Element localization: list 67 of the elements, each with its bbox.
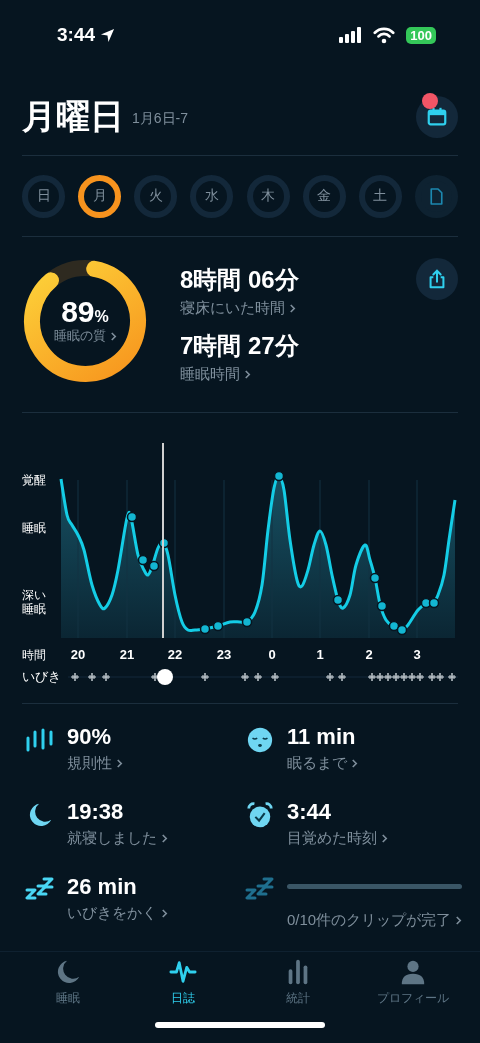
bars-icon <box>25 726 55 754</box>
location-arrow-icon <box>100 27 116 43</box>
hour-label: 22 <box>167 647 183 662</box>
battery-indicator: 100 <box>406 26 436 44</box>
day-button[interactable]: 月 <box>78 174 122 218</box>
hour-label: 20 <box>70 647 86 662</box>
day-title: 月曜日 <box>22 95 124 137</box>
stat-link[interactable]: 目覚めた時刻 <box>287 829 463 848</box>
axis-title: 時間 <box>22 648 46 662</box>
snore-row-title: いびき <box>22 669 61 684</box>
day-button[interactable]: 火 <box>134 174 178 218</box>
wifi-icon <box>373 26 396 44</box>
stat-link[interactable]: 0/10件のクリップが完了 <box>287 911 463 930</box>
quality-percent: 89% <box>61 297 109 327</box>
calendar-icon <box>426 105 448 128</box>
axis-label: 睡眠 <box>22 521 47 536</box>
calendar-button[interactable] <box>416 95 458 138</box>
report-button[interactable] <box>415 174 458 218</box>
chevron-icon <box>116 758 123 769</box>
stat-link[interactable]: いびきをかく <box>67 904 245 923</box>
chevron-icon <box>244 369 251 380</box>
day-button[interactable]: 水 <box>190 174 234 218</box>
stat-value: 3:44 <box>287 799 333 825</box>
stat-link[interactable]: 就寝しました <box>67 829 245 848</box>
status-time: 3:44 <box>57 24 96 46</box>
stat-link[interactable]: 規則性 <box>67 754 245 773</box>
chevron-icon <box>381 833 388 844</box>
hour-label: 2 <box>365 647 373 662</box>
duration-value: 8時間 06分 <box>180 265 299 295</box>
hour-label: 21 <box>119 647 135 662</box>
chevron-icon <box>351 758 358 769</box>
document-icon <box>429 186 444 206</box>
hour-label: 0 <box>268 647 276 662</box>
duration-link[interactable]: 睡眠時間 <box>180 365 299 384</box>
quality-link[interactable]: 睡眠の質 <box>53 327 117 345</box>
hour-label: 1 <box>316 647 324 662</box>
tab[interactable]: 日誌 <box>125 952 240 1022</box>
scrubber-handle[interactable] <box>157 669 173 685</box>
stat-link[interactable]: 眠るまで <box>287 754 463 773</box>
hour-label: 3 <box>413 647 421 662</box>
signal-icon <box>339 27 364 43</box>
axis-label: 覚醒 <box>22 473 47 488</box>
tab[interactable]: 睡眠 <box>10 952 125 1022</box>
chevron-icon <box>289 303 296 314</box>
wave-icon <box>168 958 197 986</box>
duration-value: 7時間 27分 <box>180 331 299 361</box>
tab[interactable]: プロフィール <box>355 952 470 1022</box>
chevron-icon <box>161 833 168 844</box>
alarm-clock-icon <box>245 801 275 829</box>
stat-value: 19:38 <box>67 799 125 825</box>
share-button[interactable] <box>416 258 458 300</box>
chevron-icon <box>161 908 168 919</box>
axis-label: 深い睡眠 <box>22 588 47 617</box>
hour-label: 23 <box>216 647 232 662</box>
duration-link[interactable]: 寝床にいた時間 <box>180 299 299 318</box>
tab[interactable]: 統計 <box>240 952 355 1022</box>
day-button[interactable]: 日 <box>22 174 65 218</box>
day-button[interactable]: 金 <box>302 174 346 218</box>
day-button[interactable]: 木 <box>246 174 290 218</box>
date-range: 1月6日-7 <box>132 110 189 128</box>
chevron-icon <box>455 915 463 926</box>
stat-value: 11 min <box>287 724 357 750</box>
sleeping-face-icon <box>245 726 275 754</box>
chevron-icon <box>109 330 117 342</box>
stat-value: 26 min <box>67 874 138 900</box>
stat-value: 90% <box>67 724 113 750</box>
day-button[interactable]: 土 <box>358 174 402 218</box>
